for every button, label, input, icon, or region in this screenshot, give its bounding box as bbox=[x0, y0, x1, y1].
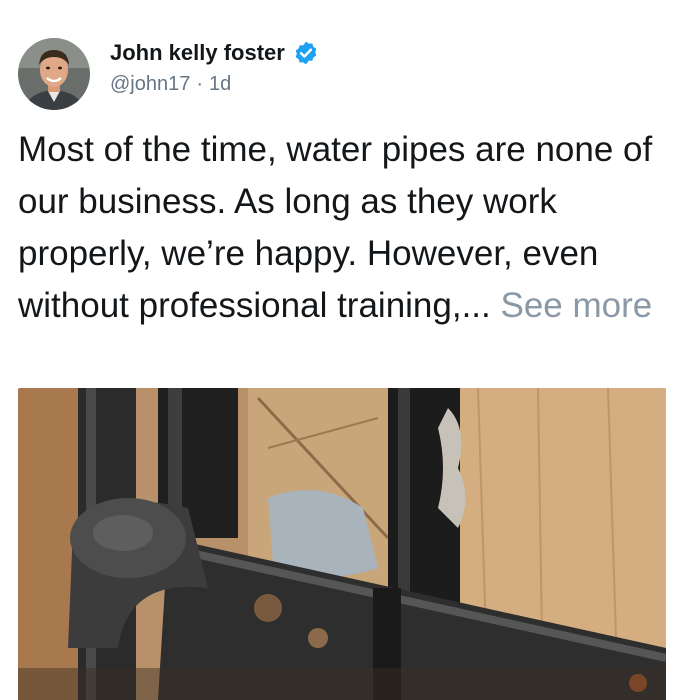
post-text: Most of the time, water pipes are none o… bbox=[18, 124, 688, 332]
avatar-photo-icon bbox=[18, 38, 90, 110]
author-display-name[interactable]: John kelly foster bbox=[110, 40, 285, 66]
name-row: John kelly foster bbox=[110, 38, 670, 68]
see-more-link[interactable]: See more bbox=[500, 286, 652, 325]
post-card: John kelly foster @john17 · 1d Most of the… bbox=[0, 0, 700, 700]
meta-separator: · bbox=[196, 73, 204, 95]
post-meta: @john17 · 1d bbox=[110, 71, 670, 97]
author-handle[interactable]: @john17 bbox=[110, 73, 190, 95]
avatar[interactable] bbox=[18, 38, 90, 110]
author-info: John kelly foster @john17 · 1d bbox=[110, 38, 670, 97]
pipes-photo-icon bbox=[18, 388, 666, 700]
post-media[interactable] bbox=[18, 388, 666, 700]
post-timestamp[interactable]: 1d bbox=[209, 73, 231, 95]
verified-badge-icon bbox=[295, 41, 317, 65]
